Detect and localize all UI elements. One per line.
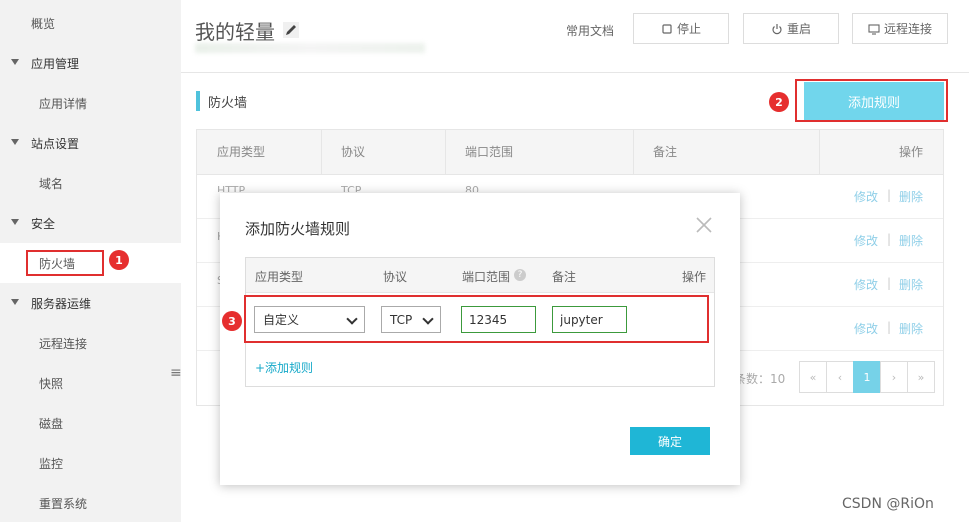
edit-link[interactable]: 修改 (854, 188, 878, 205)
col-action: 操作 (682, 270, 707, 284)
sidebar-group-security[interactable]: 安全 (0, 203, 181, 243)
stop-icon (662, 23, 672, 34)
collapse-handle-icon[interactable]: ≡ (170, 365, 182, 381)
pager-page-1[interactable]: 1 (853, 361, 881, 393)
sidebar-item-disk[interactable]: 磁盘 (0, 403, 181, 443)
delete-link[interactable]: 删除 (899, 188, 923, 205)
dialog-table-header: 应用类型 协议 端口范围 ? 备注 操作 (246, 258, 714, 293)
sidebar-item-reset-system[interactable]: 重置系统 (0, 483, 181, 523)
pager-next-button[interactable]: › (880, 361, 908, 393)
caret-down-icon (11, 219, 19, 225)
col-remark: 备注 (653, 145, 678, 159)
chevron-down-icon (346, 313, 358, 325)
blurred-subtitle (195, 43, 425, 53)
sidebar-item-monitor[interactable]: 监控 (0, 443, 181, 483)
section-accent-bar (196, 91, 200, 111)
delete-link[interactable]: 删除 (899, 320, 923, 337)
step-badge-2: 2 (769, 92, 789, 112)
edit-link[interactable]: 修改 (854, 320, 878, 337)
help-icon[interactable]: ? (514, 269, 526, 281)
watermark: CSDN @RiOn (842, 496, 934, 512)
restart-button[interactable]: 重启 (743, 13, 839, 44)
col-app-type: 应用类型 (217, 145, 266, 159)
step-badge-1: 1 (109, 250, 129, 270)
section-title: 防火墙 (196, 90, 247, 112)
remote-connect-button[interactable]: 远程连接 (852, 13, 948, 44)
caret-down-icon (11, 59, 19, 65)
port-range-input[interactable] (461, 306, 536, 333)
protocol-select[interactable]: TCP (381, 306, 441, 333)
col-port-range: 端口范围 (465, 145, 514, 159)
step-badge-3: 3 (222, 311, 242, 331)
sidebar-group-app-management[interactable]: 应用管理 (0, 43, 181, 83)
sidebar-item-app-details[interactable]: 应用详情 (0, 83, 181, 123)
col-protocol: 协议 (383, 270, 408, 284)
table-header: 应用类型 协议 端口范围 备注 操作 (197, 130, 943, 175)
firewall-highlight-box (26, 250, 104, 276)
col-remark: 备注 (552, 270, 577, 284)
sidebar-item-overview[interactable]: 概览 (0, 3, 181, 43)
page-title: 我的轻量 (195, 20, 275, 44)
stop-button[interactable]: 停止 (633, 13, 729, 44)
monitor-icon (868, 23, 880, 35)
add-rule-button[interactable]: 添加规则 (804, 82, 944, 120)
edit-link[interactable]: 修改 (854, 276, 878, 293)
delete-link[interactable]: 删除 (899, 232, 923, 249)
col-protocol: 协议 (341, 145, 366, 159)
close-icon[interactable] (694, 215, 714, 235)
confirm-button[interactable]: 确定 (630, 427, 710, 455)
header: 我的轻量 常用文档 停止 重启 远程连接 (181, 0, 969, 73)
sidebar-item-domain[interactable]: 域名 (0, 163, 181, 203)
power-icon (772, 23, 782, 34)
app-type-select[interactable]: 自定义 (254, 306, 365, 333)
dialog-title: 添加防火墙规则 (245, 220, 351, 238)
sidebar-item-snapshot[interactable]: 快照 (0, 363, 181, 403)
sidebar-group-server-ops[interactable]: 服务器运维 (0, 283, 181, 323)
edit-link[interactable]: 修改 (854, 232, 878, 249)
col-app-type: 应用类型 (255, 270, 304, 284)
pager-last-button[interactable]: » (907, 361, 935, 393)
remark-input[interactable] (552, 306, 627, 333)
sidebar: 概览 应用管理 应用详情 站点设置 域名 安全 防火墙 服务器运维 远程连接 快… (0, 0, 182, 523)
delete-link[interactable]: 删除 (899, 276, 923, 293)
docs-link[interactable]: 常用文档 (566, 22, 614, 39)
sidebar-group-site-settings[interactable]: 站点设置 (0, 123, 181, 163)
chevron-down-icon (422, 313, 434, 325)
sidebar-item-remote-connection[interactable]: 远程连接 (0, 323, 181, 363)
col-port-range: 端口范围 (462, 270, 511, 284)
pager-prev-button[interactable]: ‹ (826, 361, 854, 393)
caret-down-icon (11, 299, 19, 305)
add-rule-link[interactable]: +添加规则 (255, 359, 313, 376)
caret-down-icon (11, 139, 19, 145)
col-action: 操作 (899, 145, 924, 159)
pager-info: 条数：10 (734, 372, 786, 386)
pencil-icon[interactable] (283, 22, 299, 38)
pager-first-button[interactable]: « (799, 361, 827, 393)
